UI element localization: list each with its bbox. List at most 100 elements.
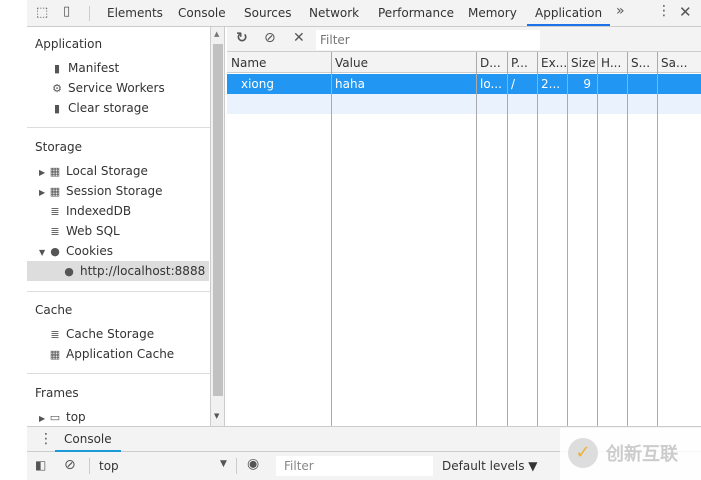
sidebar-item-cache-storage[interactable]: ≣ Cache Storage [49, 324, 154, 344]
watermark-logo: ✓ [568, 438, 598, 468]
tab-console[interactable]: Console [178, 0, 226, 26]
label: Manifest [68, 61, 120, 75]
label: Application Cache [66, 347, 175, 361]
label: Service Workers [68, 81, 165, 95]
sidebar-item-indexeddb[interactable]: ≣ IndexedDB [49, 201, 131, 221]
sidebar-toggle-icon[interactable]: ◧ [35, 458, 46, 472]
device-toolbar-icon[interactable]: ▯ [63, 4, 70, 19]
tab-network[interactable]: Network [309, 0, 359, 26]
column-divider[interactable] [507, 52, 508, 426]
sidebar-item-clear-storage[interactable]: ▮ Clear storage [51, 98, 149, 118]
table-row-empty [227, 94, 701, 114]
drawer-tab-console[interactable]: Console [55, 427, 121, 452]
refresh-icon[interactable]: ↻ [236, 30, 248, 46]
file-icon: ▮ [53, 62, 61, 75]
table-icon: ▦ [49, 348, 61, 361]
sidebar-item-local-storage[interactable]: ▶ ▦ Local Storage [39, 161, 148, 181]
label: top [66, 410, 86, 424]
column-divider[interactable] [657, 52, 658, 426]
trash-icon: ▮ [53, 102, 61, 115]
expand-icon[interactable]: ▶ [39, 183, 49, 203]
cookie-icon: ● [50, 245, 60, 258]
collapse-icon[interactable]: ▼ [39, 243, 49, 263]
eye-icon[interactable]: ◉ [247, 456, 259, 472]
sidebar-item-cookies[interactable]: ▼ ● Cookies [39, 241, 113, 261]
drawer-menu-icon[interactable]: ⋮ [39, 431, 53, 447]
inspect-element-icon[interactable]: ⬚ [36, 5, 48, 20]
label: Clear storage [68, 101, 149, 115]
section-application: Application [35, 37, 103, 51]
table-cell: 9 [583, 77, 591, 91]
column-header[interactable]: Ex... [537, 53, 567, 73]
scroll-up-icon[interactable]: ▲ [214, 30, 219, 38]
console-filter-input[interactable]: Filter [276, 456, 433, 476]
database-icon: ≣ [50, 225, 60, 238]
label: http://localhost:8888 [80, 264, 206, 278]
tab-sources[interactable]: Sources [244, 0, 291, 26]
column-header[interactable]: Size [567, 53, 597, 73]
label: Cookies [66, 244, 113, 258]
column-divider[interactable] [567, 52, 568, 426]
watermark-text: 创新互联 [606, 444, 678, 465]
cookie-icon: ● [64, 265, 74, 278]
scroll-down-icon[interactable]: ▼ [214, 412, 219, 420]
section-frames: Frames [35, 386, 79, 400]
close-icon[interactable]: ✕ [679, 3, 692, 21]
log-levels-dropdown[interactable]: Default levels ▼ [442, 459, 538, 473]
scrollbar-thumb[interactable] [213, 44, 223, 396]
label: Session Storage [66, 184, 163, 198]
clear-all-icon[interactable]: ⊘ [264, 30, 276, 46]
tab-performance[interactable]: Performance [378, 0, 454, 26]
devtools-tab-bar: ⬚ ▯ Elements Console Sources Network Per… [27, 0, 701, 27]
expand-icon[interactable]: ▶ [39, 163, 49, 183]
delete-selected-icon[interactable]: ✕ [293, 30, 305, 46]
table-cell: xiong [241, 77, 274, 91]
column-header[interactable]: Sa... [657, 53, 701, 73]
more-tabs-icon[interactable]: » [616, 3, 625, 19]
sidebar-item-service-workers[interactable]: ⚙ Service Workers [51, 78, 165, 98]
context-dropdown-icon[interactable]: ▼ [220, 459, 227, 469]
sidebar: Application ▮ Manifest ⚙ Service Workers ▮… [27, 27, 211, 426]
column-divider[interactable] [476, 52, 477, 426]
column-header[interactable]: S... [627, 53, 657, 73]
menu-icon[interactable]: ⋮ [657, 3, 671, 19]
watermark: ✓ 创新互联 [560, 428, 701, 480]
label: Local Storage [66, 164, 148, 178]
section-cache: Cache [35, 303, 73, 317]
column-divider[interactable] [537, 52, 538, 426]
expand-icon[interactable]: ▶ [39, 409, 49, 426]
sidebar-item-cookie-origin[interactable]: ● http://localhost:8888 [27, 261, 209, 281]
label: Cache Storage [66, 327, 155, 341]
tab-elements[interactable]: Elements [107, 0, 163, 26]
table-cell: 2... [541, 77, 561, 91]
sidebar-item-application-cache[interactable]: ▦ Application Cache [49, 344, 174, 364]
cookie-filter-input[interactable] [316, 30, 540, 50]
column-header[interactable]: Value [331, 53, 476, 73]
table-cell: haha [335, 77, 365, 91]
column-header[interactable]: D... [476, 53, 507, 73]
clear-console-icon[interactable]: ⊘ [64, 457, 76, 473]
column-divider[interactable] [597, 52, 598, 426]
column-header[interactable]: Name [227, 53, 331, 73]
column-header[interactable]: H... [597, 53, 627, 73]
column-divider[interactable] [627, 52, 628, 426]
tab-application[interactable]: Application [527, 0, 611, 26]
database-icon: ≣ [50, 205, 60, 218]
sidebar-item-web-sql[interactable]: ≣ Web SQL [49, 221, 120, 241]
column-header[interactable]: P... [507, 53, 537, 73]
database-icon: ≣ [50, 328, 60, 341]
tab-memory[interactable]: Memory [468, 0, 517, 26]
label: IndexedDB [66, 204, 132, 218]
section-storage: Storage [35, 140, 82, 154]
column-divider[interactable] [331, 52, 332, 426]
frame-icon: ▭ [49, 411, 61, 424]
sidebar-item-manifest[interactable]: ▮ Manifest [51, 58, 119, 78]
gear-icon: ⚙ [52, 82, 62, 95]
sidebar-item-session-storage[interactable]: ▶ ▦ Session Storage [39, 181, 163, 201]
table-icon: ▦ [49, 165, 61, 178]
label: Web SQL [66, 224, 120, 238]
table-cell: lo... [480, 77, 502, 91]
table-icon: ▦ [49, 185, 61, 198]
sidebar-item-frame-top[interactable]: ▶ ▭ top [39, 407, 86, 426]
context-select[interactable]: top [99, 459, 119, 473]
